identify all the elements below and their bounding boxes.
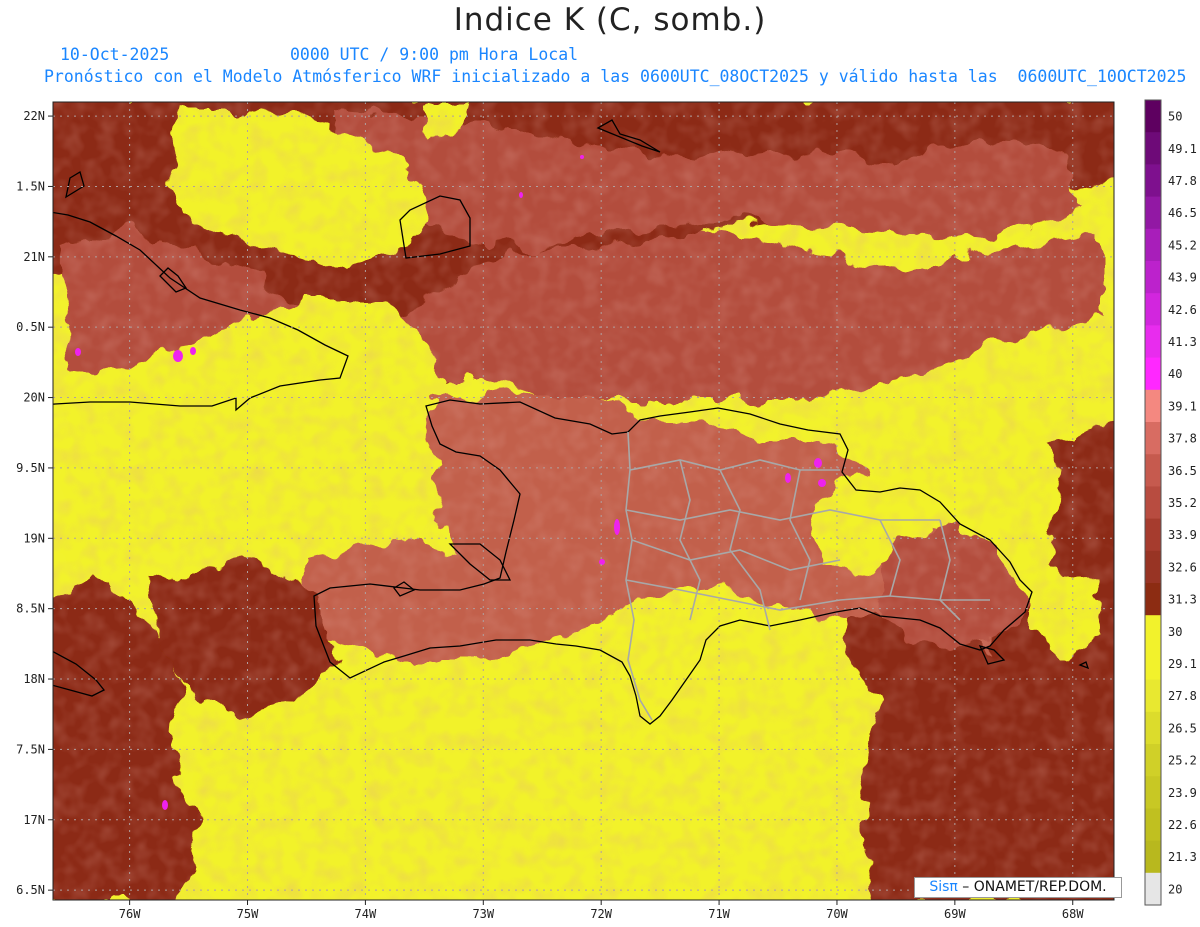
colorbar-swatch bbox=[1145, 389, 1161, 423]
colorbar-label: 37.8 bbox=[1168, 432, 1197, 446]
lon-tick-label: 74W bbox=[355, 907, 377, 921]
colorbar-swatch bbox=[1145, 261, 1161, 294]
colorbar-swatch bbox=[1145, 325, 1161, 359]
k-index-map: 76W 75W 74W 73W 72W 71W 70W 69W 68W 22N 1.5N 21N 0.5… bbox=[16, 99, 1197, 921]
lat-tick-label: 22N bbox=[23, 109, 45, 123]
sispi-logo: Sisπ bbox=[929, 879, 958, 895]
colorbar-swatch bbox=[1145, 357, 1161, 391]
credit-box: Sisπ – ONAMET/REP.DOM. bbox=[914, 877, 1122, 898]
lon-tick-label: 73W bbox=[472, 907, 494, 921]
colorbar-label: 27.8 bbox=[1168, 689, 1197, 703]
colorbar-label: 43.9 bbox=[1168, 271, 1197, 285]
lon-tick-label: 71W bbox=[708, 907, 730, 921]
colorbar-swatch bbox=[1145, 132, 1161, 165]
colorbar-label: 20 bbox=[1168, 882, 1182, 896]
colorbar-swatch bbox=[1145, 711, 1161, 745]
lon-tick-label: 72W bbox=[590, 907, 612, 921]
colorbar-label: 22.6 bbox=[1168, 818, 1197, 832]
colorbar-label: 30 bbox=[1168, 625, 1182, 639]
colorbar-label: 47.8 bbox=[1168, 174, 1197, 188]
colorbar-label: 45.2 bbox=[1168, 238, 1197, 252]
lat-tick-label: 21N bbox=[23, 250, 45, 264]
lon-tick-label: 68W bbox=[1062, 907, 1084, 921]
colorbar-label: 25.2 bbox=[1168, 754, 1197, 768]
colorbar-swatch bbox=[1145, 615, 1161, 648]
colorbar-swatch bbox=[1145, 196, 1161, 230]
colorbar-label: 46.5 bbox=[1168, 206, 1197, 220]
colorbar-swatch bbox=[1145, 486, 1161, 520]
colorbar-label: 33.9 bbox=[1168, 528, 1197, 542]
colorbar-swatch bbox=[1145, 647, 1161, 681]
colorbar-label: 31.3 bbox=[1168, 593, 1197, 607]
colorbar-label: 50 bbox=[1168, 110, 1182, 124]
colorbar-label: 32.6 bbox=[1168, 560, 1197, 574]
colorbar-swatch bbox=[1145, 583, 1161, 616]
lat-tick-label: 19N bbox=[23, 531, 45, 545]
colorbar-label: 42.6 bbox=[1168, 303, 1197, 317]
lon-tick-label: 69W bbox=[944, 907, 966, 921]
colorbar-label: 21.3 bbox=[1168, 850, 1197, 864]
colorbar-label: 41.3 bbox=[1168, 335, 1197, 349]
colorbar-swatch bbox=[1145, 744, 1161, 777]
colorbar-swatch bbox=[1145, 872, 1161, 906]
plot-area bbox=[53, 102, 1114, 900]
lat-tick-label: 8.5N bbox=[16, 602, 45, 616]
lat-tick-label: 9.5N bbox=[16, 461, 45, 475]
colorbar-label: 26.5 bbox=[1168, 721, 1197, 735]
lon-tick-label: 76W bbox=[119, 907, 141, 921]
colorbar-swatch bbox=[1145, 454, 1161, 487]
lat-tick-label: 0.5N bbox=[16, 320, 45, 334]
lat-tick-label: 1.5N bbox=[16, 179, 45, 193]
colorbar-swatch bbox=[1145, 293, 1161, 326]
colorbar-swatch bbox=[1145, 164, 1161, 198]
colorbar-label: 36.5 bbox=[1168, 464, 1197, 478]
colorbar-label: 23.9 bbox=[1168, 786, 1197, 800]
colorbar-swatch bbox=[1145, 518, 1161, 552]
lat-tick-label: 7.5N bbox=[16, 742, 45, 756]
colorbar-label: 39.1 bbox=[1168, 399, 1197, 413]
colorbar-swatch bbox=[1145, 550, 1161, 584]
colorbar-label: 29.1 bbox=[1168, 657, 1197, 671]
lat-tick-label: 17N bbox=[23, 813, 45, 827]
lon-tick-label: 75W bbox=[237, 907, 259, 921]
credit-text: – ONAMET/REP.DOM. bbox=[957, 879, 1107, 895]
colorbar-swatch bbox=[1145, 776, 1161, 809]
colorbar-swatch bbox=[1145, 840, 1161, 874]
colorbar-label: 35.2 bbox=[1168, 496, 1197, 510]
colorbar-swatch bbox=[1145, 679, 1161, 713]
colorbar: 50 49.1 47.8 46.5 45.2 43.9 42.6 41.3 40 39.1 37.8… bbox=[1144, 99, 1197, 906]
lat-tick-label: 20N bbox=[23, 391, 45, 405]
colorbar-swatch bbox=[1145, 228, 1161, 262]
lat-tick-label: 6.5N bbox=[16, 883, 45, 897]
lon-tick-label: 70W bbox=[826, 907, 848, 921]
colorbar-swatch bbox=[1145, 808, 1161, 842]
colorbar-swatch bbox=[1145, 422, 1161, 455]
colorbar-swatch bbox=[1145, 100, 1161, 133]
colorbar-label: 49.1 bbox=[1168, 142, 1197, 156]
lat-tick-label: 18N bbox=[23, 672, 45, 686]
colorbar-label: 40 bbox=[1168, 367, 1182, 381]
